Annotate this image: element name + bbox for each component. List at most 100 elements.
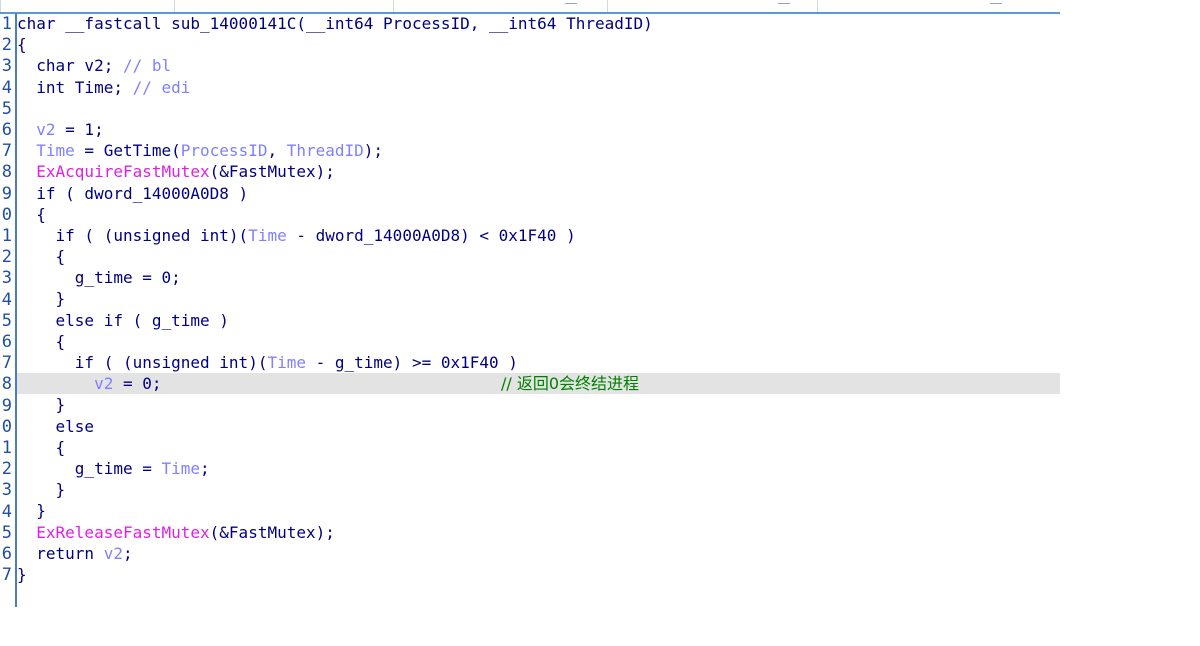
variable-token[interactable]: Time: [248, 226, 287, 245]
line-number: 7: [1, 141, 12, 162]
code-token[interactable]: ,: [267, 141, 286, 160]
code-line[interactable]: {: [17, 34, 1060, 55]
code-token[interactable]: - g_time) >= 0x1F40 ): [306, 353, 518, 372]
code-token[interactable]: if ( dword_14000A0D8 ): [36, 184, 248, 203]
tab-dash: [565, 3, 577, 4]
function-name[interactable]: ExAcquireFastMutex: [36, 162, 209, 181]
code-line[interactable]: g_time = 0;: [17, 267, 1060, 288]
line-number: 0: [1, 204, 12, 225]
code-token[interactable]: {: [56, 332, 66, 351]
code-line[interactable]: }: [17, 479, 1060, 500]
variable-token[interactable]: v2: [94, 374, 113, 393]
code-token[interactable]: (&FastMutex);: [210, 162, 335, 181]
code-line[interactable]: {: [17, 204, 1060, 225]
code-token[interactable]: {: [36, 205, 46, 224]
line-number: 7: [1, 353, 12, 374]
code-line[interactable]: {: [17, 246, 1060, 267]
code-token[interactable]: );: [364, 141, 383, 160]
code-line[interactable]: if ( dword_14000A0D8 ): [17, 183, 1060, 204]
code-token[interactable]: }: [36, 501, 46, 520]
top-tab-strip: [0, 0, 1060, 14]
variable-token[interactable]: // edi: [133, 78, 191, 97]
code-line[interactable]: else if ( g_time ): [17, 310, 1060, 331]
code-line[interactable]: [17, 98, 1060, 119]
line-number: 2: [1, 459, 12, 480]
code-token[interactable]: (&FastMutex);: [210, 523, 335, 542]
variable-token[interactable]: Time: [267, 353, 306, 372]
code-token[interactable]: {: [56, 247, 66, 266]
code-token[interactable]: }: [56, 289, 66, 308]
code-line[interactable]: ExReleaseFastMutex(&FastMutex);: [17, 522, 1060, 543]
tab-dash: [990, 3, 1002, 4]
code-token[interactable]: ;: [123, 544, 133, 563]
tab-divider: [174, 0, 175, 12]
variable-token[interactable]: // bl: [123, 56, 171, 75]
code-token[interactable]: else: [56, 417, 95, 436]
variable-token[interactable]: ProcessID: [181, 141, 268, 160]
line-number: 8: [1, 374, 12, 395]
line-number: 9: [1, 183, 12, 204]
code-token[interactable]: {: [17, 35, 27, 54]
variable-token[interactable]: Time: [162, 459, 201, 478]
code-token[interactable]: = 1;: [56, 120, 104, 139]
code-line[interactable]: else: [17, 416, 1060, 437]
variable-token[interactable]: ThreadID: [287, 141, 364, 160]
code-token[interactable]: }: [56, 395, 66, 414]
line-number: 1: [1, 438, 12, 458]
line-number: 4: [1, 289, 12, 310]
code-token[interactable]: ;: [200, 459, 210, 478]
code-token[interactable]: else if ( g_time ): [56, 311, 229, 330]
code-line[interactable]: v2 = 1;: [17, 119, 1060, 140]
code-line[interactable]: }: [17, 288, 1060, 309]
variable-token[interactable]: v2: [36, 120, 55, 139]
line-number: 2: [1, 247, 12, 268]
code-line[interactable]: int Time; // edi: [17, 77, 1060, 98]
pseudocode-view[interactable]: char __fastcall sub_14000141C(__int64 Pr…: [17, 13, 1060, 585]
code-token[interactable]: = GetTime(: [75, 141, 180, 160]
variable-token[interactable]: v2: [104, 544, 123, 563]
code-line[interactable]: }: [17, 500, 1060, 521]
code-token[interactable]: }: [17, 565, 27, 584]
code-token[interactable]: char v2;: [36, 56, 123, 75]
code-line[interactable]: if ( (unsigned int)(Time - g_time) >= 0x…: [17, 352, 1060, 373]
code-token[interactable]: if ( (unsigned int)(: [75, 353, 268, 372]
variable-token[interactable]: Time: [36, 141, 75, 160]
code-line[interactable]: ExAcquireFastMutex(&FastMutex);: [17, 161, 1060, 182]
code-token[interactable]: - dword_14000A0D8) < 0x1F40 ): [287, 226, 575, 245]
code-line-highlighted[interactable]: v2 = 0; // 返回0会终结进程: [17, 373, 1060, 395]
code-line[interactable]: if ( (unsigned int)(Time - dword_14000A0…: [17, 225, 1060, 246]
code-line[interactable]: {: [17, 331, 1060, 352]
code-line[interactable]: return v2;: [17, 543, 1060, 564]
code-token[interactable]: = 0;: [113, 374, 162, 393]
code-line[interactable]: }: [17, 394, 1060, 415]
code-token[interactable]: }: [56, 480, 66, 499]
code-line[interactable]: {: [17, 437, 1060, 458]
function-name[interactable]: ExReleaseFastMutex: [36, 523, 209, 542]
code-token[interactable]: {: [56, 438, 66, 457]
code-token[interactable]: g_time =: [75, 459, 162, 478]
code-line[interactable]: Time = GetTime(ProcessID, ThreadID);: [17, 140, 1060, 161]
code-line[interactable]: }: [17, 564, 1060, 585]
code-token[interactable]: int Time;: [36, 78, 132, 97]
code-line[interactable]: g_time = Time;: [17, 458, 1060, 479]
code-token[interactable]: if ( (unsigned int)(: [56, 226, 249, 245]
line-number: 2: [1, 35, 12, 56]
line-number-gutter: 123456789012345678901234567: [0, 13, 12, 607]
line-number: 4: [1, 77, 12, 98]
tab-divider: [817, 0, 818, 12]
code-token[interactable]: return: [36, 544, 103, 563]
code-token[interactable]: char __fastcall sub_14000141C(__int64 Pr…: [17, 14, 653, 33]
code-token[interactable]: g_time = 0;: [75, 268, 181, 287]
line-number: 6: [1, 544, 12, 564]
code-line[interactable]: char __fastcall sub_14000141C(__int64 Pr…: [17, 13, 1060, 34]
code-line[interactable]: char v2; // bl: [17, 55, 1060, 76]
